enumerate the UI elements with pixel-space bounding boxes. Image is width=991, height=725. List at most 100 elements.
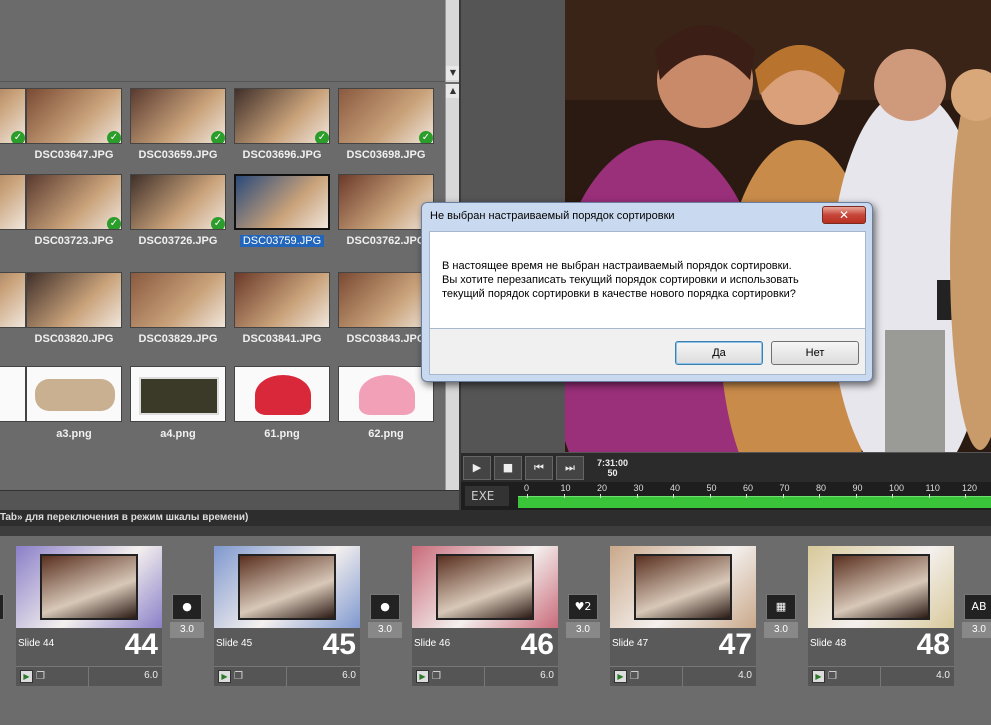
slide-card[interactable]: Slide 48 48 ▶ ❐ 4.0 [808, 546, 954, 687]
thumbnail[interactable]: a3.png [26, 366, 122, 442]
slide-label: Slide 47 [612, 638, 649, 649]
dialog-message-line: текущий порядок сортировки в качестве но… [442, 288, 796, 300]
thumbnail-image [130, 366, 226, 422]
slide-duration[interactable]: 6.0 [144, 670, 158, 681]
thumbnail[interactable]: DSC03820.JPG [26, 272, 122, 348]
slide-duration[interactable]: 6.0 [540, 670, 554, 681]
timeline-tick-label: 10 [560, 483, 571, 493]
slide-duration[interactable]: 4.0 [936, 670, 950, 681]
play-button[interactable]: ▶ [463, 456, 491, 480]
transition[interactable]: ▦ 3.0 [764, 594, 798, 638]
thumbnail-image [0, 174, 26, 230]
slide-card[interactable]: Slide 44 44 ▶ ❐ 6.0 [16, 546, 162, 687]
slide-duration[interactable]: 6.0 [342, 670, 356, 681]
timeline-tick [819, 494, 820, 498]
thumbnail-name: 61.png [224, 428, 340, 440]
slide-layers-icon[interactable]: ❐ [234, 670, 247, 683]
thumbnail[interactable]: DSC03759.JPG [234, 174, 330, 250]
slide-card[interactable]: Slide 45 45 ▶ ❐ 6.0 [214, 546, 360, 687]
timeline-tick [855, 494, 857, 498]
thumbnail-name: DSC03698.JPG [328, 149, 444, 161]
transition[interactable]: AB 3.0 [962, 594, 991, 638]
thumbnail[interactable]: 61.png [234, 366, 330, 442]
slide-play-icon[interactable]: ▶ [614, 670, 627, 683]
timeline-tick [965, 494, 966, 498]
frame-image [35, 379, 115, 411]
thumbnail-name: DSC03696.JPG [224, 149, 340, 161]
transition-duration[interactable]: 3.0 [170, 622, 204, 638]
checkmark-icon: ✓ [211, 217, 225, 229]
thumbnail-name-text: DSC03726.JPG [138, 235, 218, 247]
scroll-up-arrow-icon[interactable]: ▲ [446, 84, 459, 98]
slide-control-divider [484, 667, 485, 687]
thumbnail[interactable]: 62.png [338, 366, 434, 442]
status-hint: Tab» для переключения в режим шкалы врем… [0, 510, 991, 526]
thumbnail-image [234, 174, 330, 230]
transition[interactable] [0, 594, 6, 638]
slide-controls: ▶ ❐ 4.0 [808, 666, 954, 687]
thumbnail-name-text: 62.png [368, 428, 404, 440]
slide-card[interactable]: Slide 47 47 ▶ ❐ 4.0 [610, 546, 756, 687]
stop-button[interactable]: ■ [494, 456, 522, 480]
thumbnail[interactable]: ✓ DSC03647.JPG [26, 88, 122, 164]
no-button[interactable]: Нет [771, 341, 859, 365]
browser-horizontal-bar [0, 490, 459, 510]
yes-button[interactable]: Да [675, 341, 763, 365]
thumbnail[interactable]: ✓ DSC03696.JPG [234, 88, 330, 164]
slide-play-icon[interactable]: ▶ [812, 670, 825, 683]
thumbnail[interactable]: DSC03841.JPG [234, 272, 330, 348]
transition-duration[interactable]: 3.0 [566, 622, 600, 638]
slide-layers-icon[interactable]: ❐ [432, 670, 445, 683]
transition[interactable]: ♥2 3.0 [566, 594, 600, 638]
timeline-ruler[interactable]: 0 10 20 30 40 50 60 70 80 90 100 110 120 [513, 482, 991, 510]
thumbnail[interactable]: DSC03762.JPG [338, 174, 434, 250]
slide-label: Slide 46 [414, 638, 451, 649]
slide-duration[interactable]: 4.0 [738, 670, 752, 681]
browser-top-pane [0, 0, 445, 82]
thumbnail[interactable]: ✓ DSC03726.JPG [130, 174, 226, 250]
slide-play-icon[interactable]: ▶ [20, 670, 33, 683]
thumbnail-image [234, 272, 330, 328]
next-button[interactable]: ⏭ [556, 456, 584, 480]
thumbnail-name: DSC03723.JPG [16, 235, 132, 247]
browser-top-scrollbar[interactable]: ▼ [445, 0, 459, 82]
previous-button[interactable]: ⏮ [525, 456, 553, 480]
dialog-close-button[interactable]: ✕ [822, 206, 866, 224]
slide-controls: ▶ ❐ 6.0 [16, 666, 162, 687]
slide-card[interactable]: Slide 46 46 ▶ ❐ 6.0 [412, 546, 558, 687]
slide-number: 46 [520, 628, 554, 661]
scroll-down-arrow-icon[interactable]: ▼ [446, 66, 459, 80]
slide-photo [634, 554, 732, 620]
thumbnail-name-text: DSC03841.JPG [242, 333, 322, 345]
slide-background [412, 546, 558, 628]
thumbnail-image [130, 272, 226, 328]
slide-control-divider [682, 667, 683, 687]
slide-layers-icon[interactable]: ❐ [630, 670, 643, 683]
checkmark-icon: ✓ [107, 131, 121, 143]
thumbnail[interactable]: DSC03829.JPG [130, 272, 226, 348]
slide-control-divider [88, 667, 89, 687]
thumbnail-name-text: 61.png [264, 428, 300, 440]
thumbnail-image: ✓ [0, 88, 26, 144]
transition-duration[interactable]: 3.0 [962, 622, 991, 638]
sort-order-dialog: Не выбран настраиваемый порядок сортиров… [421, 202, 873, 382]
slide-strip: Slide 44 44 ▶ ❐ 6.0 ● 3.0 Slide 45 45 ▶ ❐ 6.0 ● 3.0 Sl… [0, 526, 991, 725]
timeline-tick-label: 120 [962, 483, 978, 493]
bow-image [255, 375, 311, 415]
transition-duration[interactable]: 3.0 [764, 622, 798, 638]
thumbnail[interactable]: ✓ DSC03723.JPG [26, 174, 122, 250]
thumbnail[interactable]: ✓ DSC03659.JPG [130, 88, 226, 164]
timeline-tick [563, 494, 565, 498]
slide-play-icon[interactable]: ▶ [218, 670, 231, 683]
transition[interactable]: ● 3.0 [368, 594, 402, 638]
timeline-bar[interactable] [518, 496, 991, 508]
thumbnail[interactable]: ✓ DSC03698.JPG [338, 88, 434, 164]
slide-play-icon[interactable]: ▶ [416, 670, 429, 683]
thumbnail[interactable]: DSC03843.JPG [338, 272, 434, 348]
transition[interactable]: ● 3.0 [170, 594, 204, 638]
thumbnail[interactable]: a4.png [130, 366, 226, 442]
slide-layers-icon[interactable]: ❐ [828, 670, 841, 683]
slide-layers-icon[interactable]: ❐ [36, 670, 49, 683]
bow-image [359, 375, 415, 415]
transition-duration[interactable]: 3.0 [368, 622, 402, 638]
